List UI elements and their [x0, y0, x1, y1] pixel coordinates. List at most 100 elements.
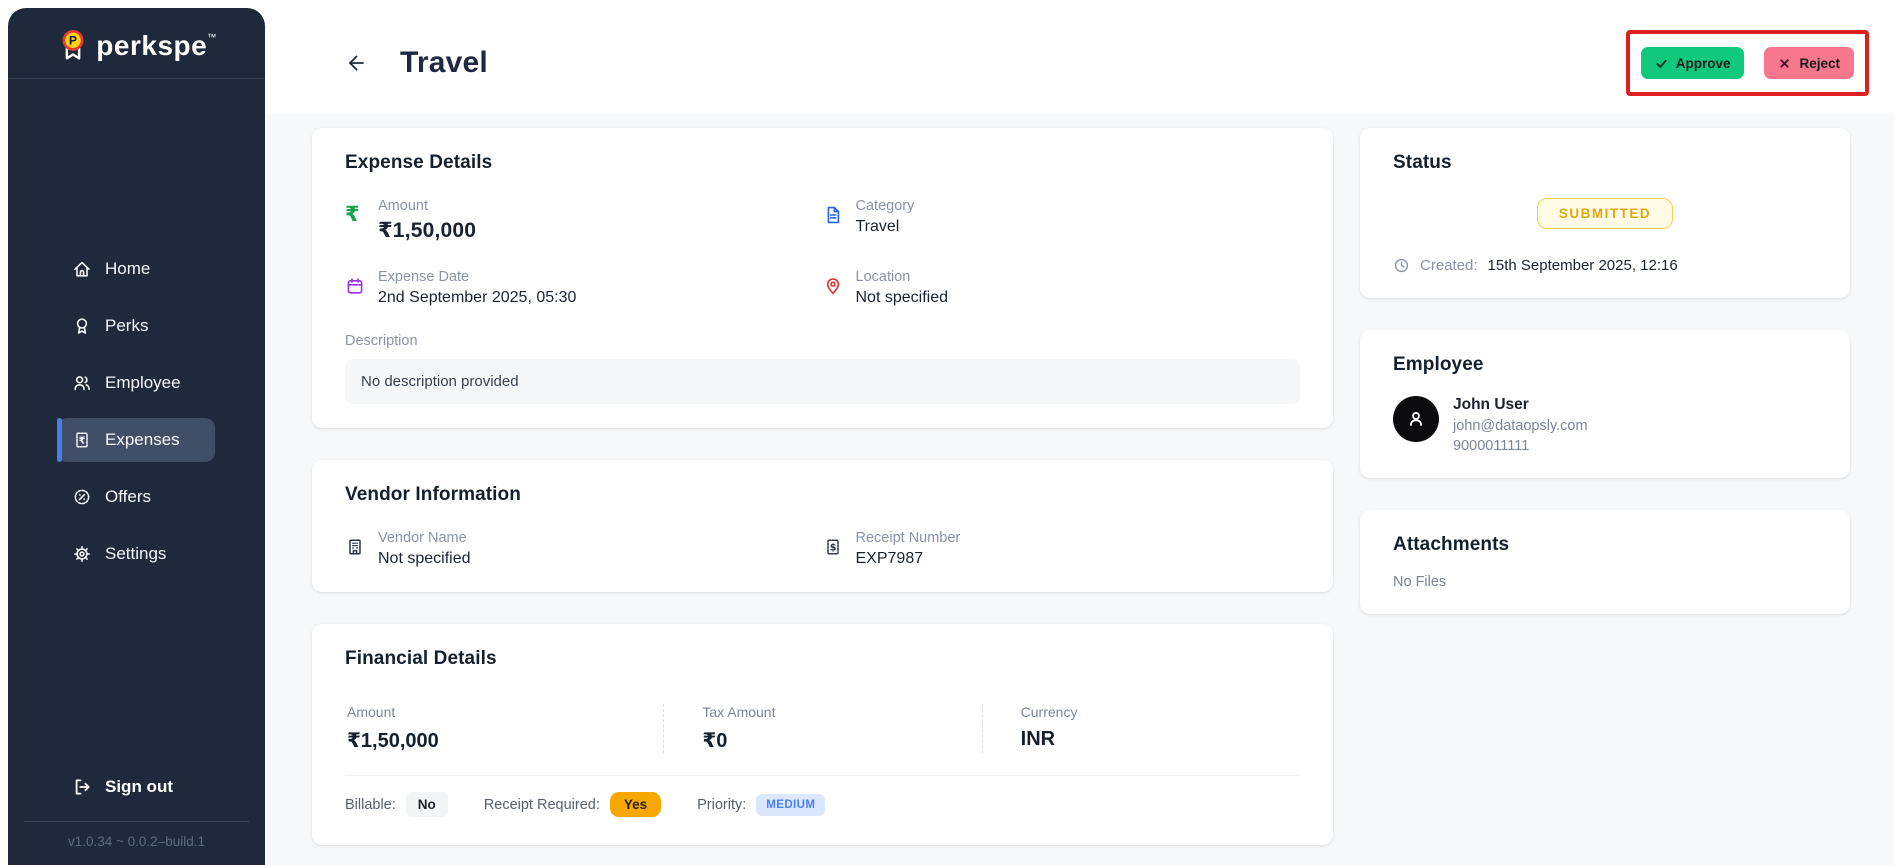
employee-phone: 9000011111 [1453, 438, 1588, 454]
discount-badge-icon [72, 487, 92, 507]
field-value: ₹1,50,000 [378, 218, 476, 243]
svg-text:₹: ₹ [79, 435, 86, 446]
gear-icon [72, 544, 92, 564]
left-column: Expense Details ₹ Amount ₹1,50,000 [312, 128, 1333, 865]
receipt-number-field: $ Receipt Number EXP7987 [823, 530, 1301, 568]
billable-label: Billable: [345, 797, 396, 813]
employee-row: John User john@dataopsly.com 9000011111 [1393, 396, 1817, 454]
building-icon [345, 537, 365, 557]
field-label: Receipt Number [856, 530, 961, 546]
field-value: EXP7987 [856, 550, 961, 568]
sidebar-item-label: Perks [105, 316, 148, 336]
attachments-empty-text: No Files [1393, 574, 1817, 590]
trademark-mark: ™ [207, 32, 217, 42]
description-label: Description [345, 333, 1300, 349]
expense-date-field: Expense Date 2nd September 2025, 05:30 [345, 269, 823, 307]
sidebar-item-label: Expenses [105, 430, 180, 450]
column-label: Tax Amount [702, 704, 981, 720]
clock-icon [1393, 257, 1410, 274]
field-label: Vendor Name [378, 530, 471, 546]
sidebar-item-label: Settings [105, 544, 166, 564]
card-title: Expense Details [345, 152, 1300, 174]
financial-currency-column: Currency INR [982, 704, 1300, 753]
field-value: Not specified [378, 550, 471, 568]
financial-columns: Amount ₹1,50,000 Tax Amount ₹0 Currency … [345, 690, 1300, 775]
back-button[interactable] [343, 50, 369, 76]
avatar [1393, 396, 1439, 442]
financial-details-card: Financial Details Amount ₹1,50,000 Tax A… [312, 624, 1333, 845]
card-title: Financial Details [345, 648, 1300, 670]
annotation-highlight-box: Approve Reject [1626, 30, 1869, 96]
column-value: ₹0 [702, 728, 981, 753]
field-label: Expense Date [378, 269, 576, 285]
vendor-fields: Vendor Name Not specified $ Receipt [345, 530, 1300, 568]
location-field: Location Not specified [823, 269, 1301, 307]
reject-button[interactable]: Reject [1764, 47, 1854, 79]
status-badge-wrap: SUBMITTED [1393, 198, 1817, 229]
x-icon [1778, 57, 1791, 70]
field-value: 2nd September 2025, 05:30 [378, 289, 576, 307]
created-row: Created: 15th September 2025, 12:16 [1393, 257, 1817, 274]
sidebar: P perkspe™ Home Perks [8, 8, 265, 865]
vendor-information-card: Vendor Information Vendor Name N [312, 460, 1333, 592]
receipt-rupee-icon: ₹ [72, 430, 92, 450]
sidebar-item-offers[interactable]: Offers [8, 475, 265, 519]
field-value: Not specified [856, 289, 949, 307]
field-label: Amount [378, 198, 476, 214]
priority-badge: MEDIUM [756, 794, 825, 816]
category-field: Category Travel [823, 198, 1301, 243]
created-label: Created: [1420, 257, 1478, 274]
award-icon [72, 316, 92, 336]
column-value: INR [1021, 728, 1300, 751]
financial-tax-column: Tax Amount ₹0 [663, 704, 981, 753]
receipt-dollar-icon: $ [823, 537, 843, 557]
sidebar-item-home[interactable]: Home [8, 247, 265, 291]
svg-text:P: P [69, 34, 77, 48]
content: Expense Details ₹ Amount ₹1,50,000 [265, 114, 1894, 865]
field-label: Location [856, 269, 949, 285]
page-title: Travel [400, 46, 488, 80]
status-badge: SUBMITTED [1537, 198, 1673, 229]
created-value: 15th September 2025, 12:16 [1488, 257, 1678, 274]
page-header: Travel Approve Reject [265, 0, 1894, 114]
card-title: Vendor Information [345, 484, 1300, 506]
billable-badge: No [406, 792, 448, 817]
column-label: Amount [347, 704, 663, 720]
receipt-required-badge: Yes [610, 792, 661, 817]
column-label: Currency [1021, 704, 1300, 720]
card-title: Employee [1393, 354, 1817, 376]
priority-label: Priority: [697, 797, 746, 813]
sign-out-label: Sign out [105, 777, 173, 797]
receipt-required-label: Receipt Required: [484, 797, 600, 813]
approve-label: Approve [1676, 56, 1731, 71]
field-value: Travel [856, 218, 915, 236]
financial-flags-row: Billable: No Receipt Required: Yes Prior… [345, 775, 1300, 821]
calendar-icon [345, 276, 365, 296]
sidebar-item-employee[interactable]: Employee [8, 361, 265, 405]
employee-email: john@dataopsly.com [1453, 418, 1588, 434]
right-column: Status SUBMITTED Created: 15th September… [1360, 128, 1850, 865]
approve-button[interactable]: Approve [1641, 47, 1745, 79]
attachments-card: Attachments No Files [1360, 510, 1850, 614]
home-icon [72, 259, 92, 279]
expense-details-card: Expense Details ₹ Amount ₹1,50,000 [312, 128, 1333, 428]
rupee-icon: ₹ [345, 205, 365, 225]
map-pin-icon [823, 276, 843, 296]
main-area: Travel Approve Reject [265, 0, 1894, 865]
sidebar-item-label: Home [105, 259, 150, 279]
expense-fields: ₹ Amount ₹1,50,000 Categ [345, 198, 1300, 307]
card-title: Status [1393, 152, 1817, 174]
card-title: Attachments [1393, 534, 1817, 556]
sign-out-button[interactable]: Sign out [8, 765, 265, 809]
svg-text:$: $ [829, 542, 836, 553]
employee-card: Employee John User john@dataopsly.com 90… [1360, 330, 1850, 478]
header-actions: Approve Reject [1626, 30, 1869, 96]
sidebar-item-perks[interactable]: Perks [8, 304, 265, 348]
brand-badge-icon: P [56, 28, 90, 64]
sidebar-footer: Sign out v1.0.34 ~ 0.0.2–build.1 [8, 765, 265, 865]
description-box: No description provided [345, 359, 1300, 404]
sidebar-item-settings[interactable]: Settings [8, 532, 265, 576]
document-icon [823, 205, 843, 225]
users-icon [72, 373, 92, 393]
sidebar-item-expenses[interactable]: ₹ Expenses [57, 418, 215, 462]
